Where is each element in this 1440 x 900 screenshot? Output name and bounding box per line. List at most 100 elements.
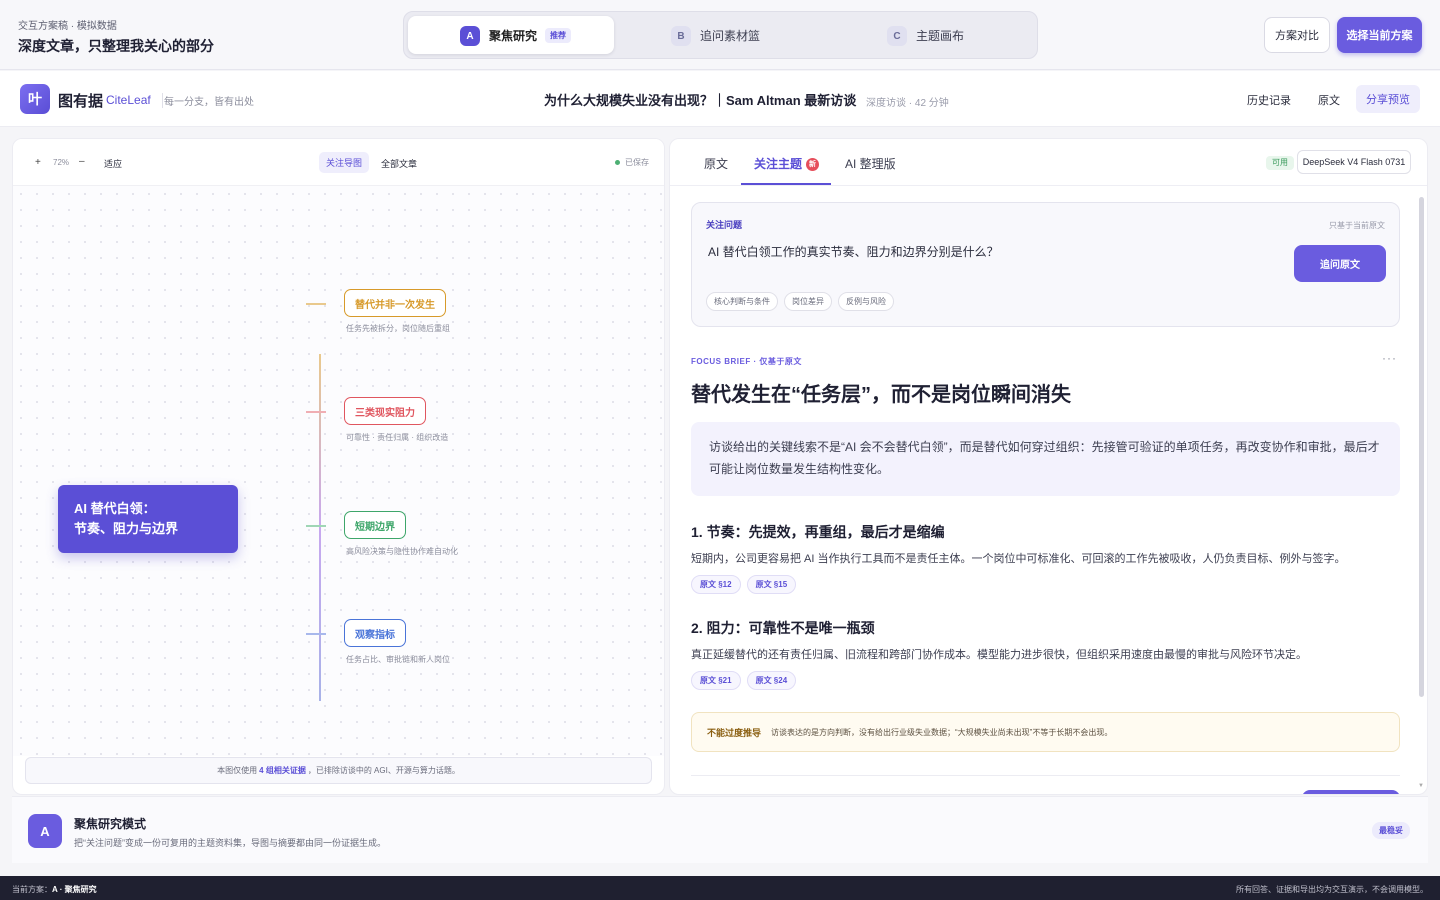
question-hint: 只基于当前原文 <box>1329 221 1385 230</box>
mindmap-canvas[interactable]: AI 替代白领： 节奏、阻力与边界 替代并非一次发生 任务先被拆分，岗位随后重组… <box>13 186 664 756</box>
reader-panel: 原文 关注主题新 AI 整理版 可用 DeepSeek V4 Flash 073… <box>669 138 1428 795</box>
prototype-bar: 交互方案稿 · 模拟数据 深度文章，只整理我关心的部分 A 聚焦研究 推荐 B … <box>0 0 1440 70</box>
question-label: 关注问题 <box>706 220 743 230</box>
brand-name-en: CiteLeaf <box>106 93 151 107</box>
chip-role-difference[interactable]: 岗位差异 <box>784 292 832 311</box>
root-node[interactable]: AI 替代白领： 节奏、阻力与边界 <box>58 485 238 553</box>
active-tab-indicator <box>741 183 831 185</box>
mode-title: 聚焦研究模式 <box>74 817 147 831</box>
view-all-article-tab[interactable]: 全部文章 <box>381 157 417 170</box>
mindmap-node-2-sub: 可靠性 · 责任归属 · 组织改造 <box>346 433 449 442</box>
focus-brief-kicker: FOCUS BRIEF · 仅基于原文 <box>691 357 802 366</box>
new-badge: 新 <box>806 158 820 172</box>
summary-box: 访谈给出的关键线索不是“AI 会不会替代白领”，而是替代如何穿过组织：先接管可验… <box>691 422 1400 496</box>
branch-connector <box>306 411 326 413</box>
history-link[interactable]: 历史记录 <box>1247 92 1291 108</box>
section-1-title: 1. 节奏：先提效，再重组，最后才是缩编 <box>691 524 945 540</box>
branch-connector <box>306 303 326 305</box>
caution-label: 不能过度推导 <box>707 727 762 738</box>
citation-chip[interactable]: 原文 §21 <box>691 671 741 690</box>
share-preview-button[interactable]: 分享预览 <box>1356 85 1420 113</box>
mindmap-toolbar: + 72% – 适应 关注导图 全部文章 已保存 <box>13 139 664 186</box>
tab-ai-summary[interactable]: AI 整理版 <box>845 155 896 172</box>
tab-focus-topic[interactable]: 关注主题新 <box>754 155 820 172</box>
evidence-note: 本图仅使用 4 组相关证据 ，已排除访谈中的 AGI、开源与算力话题。 <box>25 757 652 784</box>
scheme-b-label: 追问素材篮 <box>700 28 761 43</box>
prototype-subtitle: 交互方案稿 · 模拟数据 <box>18 21 117 32</box>
mindmap-node-2[interactable]: 三类现实阻力 <box>344 397 426 425</box>
citation-chip[interactable]: 原文 §24 <box>746 671 797 690</box>
recommended-tag: 推荐 <box>545 27 572 43</box>
current-scheme-value: A · 聚焦研究 <box>52 885 97 894</box>
focus-question-card: 关注问题 只基于当前原文 AI 替代白领工作的真实节奏、阻力和边界分别是什么？ … <box>691 202 1400 327</box>
citation-chip[interactable]: 原文 §12 <box>691 575 741 594</box>
reader-tabs: 原文 关注主题新 AI 整理版 可用 DeepSeek V4 Flash 073… <box>670 139 1427 186</box>
tab-original[interactable]: 原文 <box>704 155 728 172</box>
section-2-citations: 原文 §21 原文 §24 <box>691 671 797 690</box>
mode-tag: 最稳妥 <box>1372 822 1410 839</box>
footer-disclaimer: 所有回答、证据和导出均为交互演示，不会调用模型。 <box>1236 885 1428 894</box>
evidence-note-suffix: ，已排除访谈中的 AGI、开源与算力话题。 <box>307 766 460 775</box>
evidence-count[interactable]: 4 组相关证据 <box>259 765 306 776</box>
chip-core-judgment[interactable]: 核心判断与条件 <box>706 292 778 311</box>
scheme-tab-b[interactable]: B 追问素材篮 <box>619 16 825 54</box>
section-2-title: 2. 阻力：可靠性不是唯一瓶颈 <box>691 620 875 636</box>
brand-name: 图有据 <box>58 93 104 110</box>
question-text[interactable]: AI 替代白领工作的真实节奏、阻力和边界分别是什么？ <box>708 243 999 260</box>
section-1-citations: 原文 §12 原文 §15 <box>691 575 797 594</box>
chip-counterexample[interactable]: 反例与风险 <box>838 292 894 311</box>
current-scheme-prefix: 当前方案： <box>12 885 52 894</box>
document-meta: 深度访谈 · 42 分钟 <box>866 98 949 109</box>
mindmap-node-1[interactable]: 替代并非一次发生 <box>344 289 446 317</box>
model-selector[interactable]: DeepSeek V4 Flash 0731 <box>1297 150 1411 174</box>
partial-button[interactable] <box>1302 790 1400 794</box>
app-header: 叶 图有据 CiteLeaf 每一分支，皆有出处 为什么大规模失业没有出现？｜S… <box>0 71 1440 127</box>
scroll-down-icon[interactable]: ▼ <box>1418 783 1424 789</box>
zoom-in-button[interactable]: + <box>35 157 41 168</box>
section-1-body: 短期内，公司更容易把 AI 当作执行工具而不是责任主体。一个岗位中可标准化、可回… <box>691 553 1346 565</box>
mindmap-node-4[interactable]: 观察指标 <box>344 619 406 647</box>
citation-chip[interactable]: 原文 §15 <box>746 575 797 594</box>
scheme-tab-a[interactable]: A 聚焦研究 推荐 <box>408 16 614 54</box>
model-available-badge: 可用 <box>1266 156 1294 170</box>
branch-connector <box>306 633 326 635</box>
divider <box>691 775 1400 776</box>
mindmap-node-3-sub: 高风险决策与隐性协作难自动化 <box>346 547 458 556</box>
view-focus-map-tab[interactable]: 关注导图 <box>319 152 369 173</box>
fit-button[interactable]: 适应 <box>104 157 122 170</box>
saved-dot-icon <box>615 160 620 166</box>
section-2-body: 真正延缓替代的还有责任归属、旧流程和跨部门协作成本。模型能力进步很快，但组织采用… <box>691 649 1307 661</box>
evidence-note-prefix: 本图仅使用 <box>217 766 258 775</box>
root-node-line1: AI 替代白领： <box>74 501 156 516</box>
caution-text: 访谈表达的是方向判断，没有给出行业级失业数据；“大规模失业尚未出现”不等于长期不… <box>771 727 1113 737</box>
saved-status: 已保存 <box>615 157 649 168</box>
original-link[interactable]: 原文 <box>1318 92 1340 108</box>
scheme-c-label: 主题画布 <box>916 28 965 43</box>
compare-button[interactable]: 方案对比 <box>1264 17 1330 53</box>
scheme-b-badge: B <box>671 26 691 46</box>
scrollbar[interactable] <box>1419 197 1424 697</box>
current-scheme: 当前方案：A · 聚焦研究 <box>12 884 97 895</box>
more-icon[interactable]: ··· <box>1382 351 1397 365</box>
zoom-level: 72% <box>53 158 70 167</box>
ask-original-button[interactable]: 追问原文 <box>1294 245 1386 282</box>
branch-connector <box>306 525 326 527</box>
mode-description: 把“关注问题”变成一份可复用的主题资料集，导图与摘要都由同一份证据生成。 <box>74 838 386 848</box>
leaf-logo-icon: 叶 <box>20 84 50 114</box>
mode-badge: A <box>28 814 62 848</box>
choose-scheme-button[interactable]: 选择当前方案 <box>1337 17 1422 53</box>
mindmap-panel: + 72% – 适应 关注导图 全部文章 已保存 AI 替代白领： 节奏、阻力与… <box>12 138 665 795</box>
mindmap-node-4-sub: 任务占比、审批链和新人岗位 <box>346 655 450 664</box>
zoom-out-button[interactable]: – <box>79 156 85 167</box>
mode-bar: A 聚焦研究模式 把“关注问题”变成一份可复用的主题资料集，导图与摘要都由同一份… <box>12 796 1428 863</box>
footer-bar: 当前方案：A · 聚焦研究 所有回答、证据和导出均为交互演示，不会调用模型。 <box>0 876 1440 900</box>
caution-box: 不能过度推导 访谈表达的是方向判断，没有给出行业级失业数据；“大规模失业尚未出现… <box>691 712 1400 752</box>
tab-focus-label: 关注主题 <box>754 157 803 171</box>
brand-slogan: 每一分支，皆有出处 <box>162 93 254 108</box>
scheme-a-label: 聚焦研究 <box>489 28 538 43</box>
scheme-a-badge: A <box>460 26 480 46</box>
mindmap-trunk <box>319 354 321 701</box>
scheme-switcher: A 聚焦研究 推荐 B 追问素材篮 C 主题画布 <box>403 11 1038 59</box>
mindmap-node-3[interactable]: 短期边界 <box>344 511 406 539</box>
scheme-tab-c[interactable]: C 主题画布 <box>835 16 1041 54</box>
